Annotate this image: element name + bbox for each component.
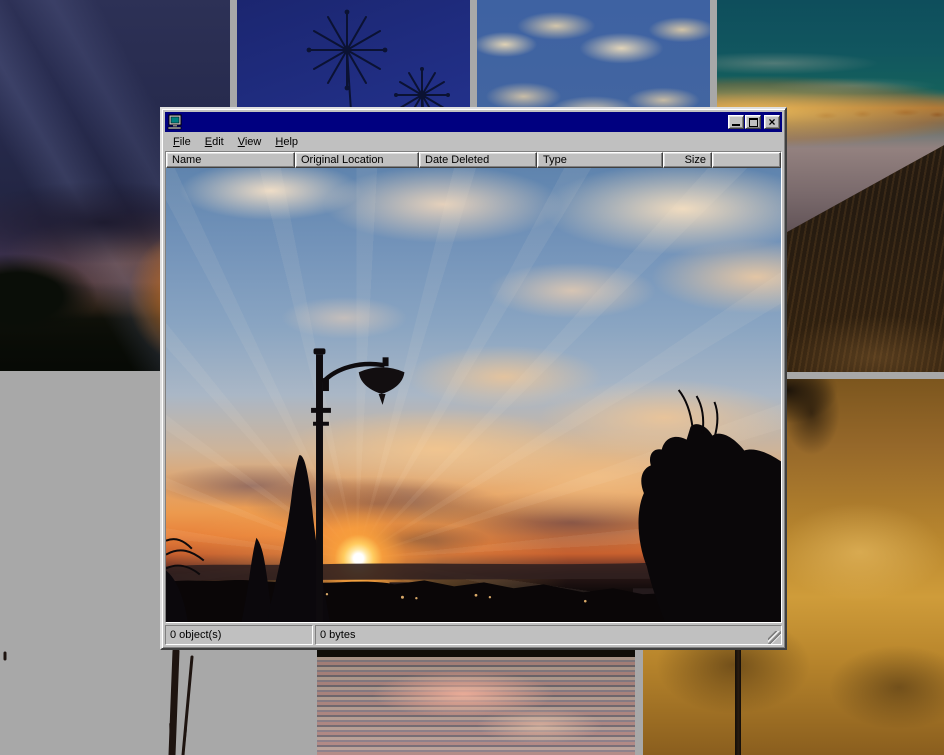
recycle-bin-window: × File Edit View Help Name Original Loca… xyxy=(160,107,787,650)
status-objects-text: 0 object(s) xyxy=(170,629,221,641)
desktop: × File Edit View Help Name Original Loca… xyxy=(0,0,944,755)
list-viewport[interactable] xyxy=(166,168,781,622)
wallpaper-silhouettes xyxy=(166,168,781,622)
resize-grip[interactable] xyxy=(768,631,781,644)
menu-view[interactable]: View xyxy=(231,134,269,150)
column-header-original-location[interactable]: Original Location xyxy=(295,152,419,168)
caption-buttons: × xyxy=(727,115,780,129)
status-size-text: 0 bytes xyxy=(320,629,355,641)
maximize-icon xyxy=(749,118,758,127)
status-objects-panel: 0 object(s) xyxy=(165,625,313,645)
column-header-type[interactable]: Type xyxy=(537,152,663,168)
menu-help[interactable]: Help xyxy=(268,134,305,150)
close-button[interactable]: × xyxy=(764,115,780,129)
computer-icon[interactable] xyxy=(167,114,183,130)
column-header-filler xyxy=(712,152,781,168)
status-size-panel: 0 bytes xyxy=(315,625,782,645)
file-list: Name Original Location Date Deleted Type… xyxy=(165,151,782,623)
column-headers: Name Original Location Date Deleted Type… xyxy=(166,152,781,168)
menu-file[interactable]: File xyxy=(166,134,198,150)
water-ripples xyxy=(317,657,635,755)
minimize-button[interactable] xyxy=(728,115,744,129)
window-titlebar[interactable]: × xyxy=(165,112,782,132)
column-header-name[interactable]: Name xyxy=(166,152,295,168)
menu-bar: File Edit View Help xyxy=(165,132,782,151)
close-icon: × xyxy=(768,117,775,128)
lamp-pole-silhouette xyxy=(735,642,741,755)
minimize-icon xyxy=(732,124,740,126)
maximize-button[interactable] xyxy=(745,115,761,129)
status-bar: 0 object(s) 0 bytes xyxy=(165,623,782,645)
column-header-size[interactable]: Size xyxy=(663,152,712,168)
column-header-date-deleted[interactable]: Date Deleted xyxy=(419,152,537,168)
menu-edit[interactable]: Edit xyxy=(198,134,231,150)
